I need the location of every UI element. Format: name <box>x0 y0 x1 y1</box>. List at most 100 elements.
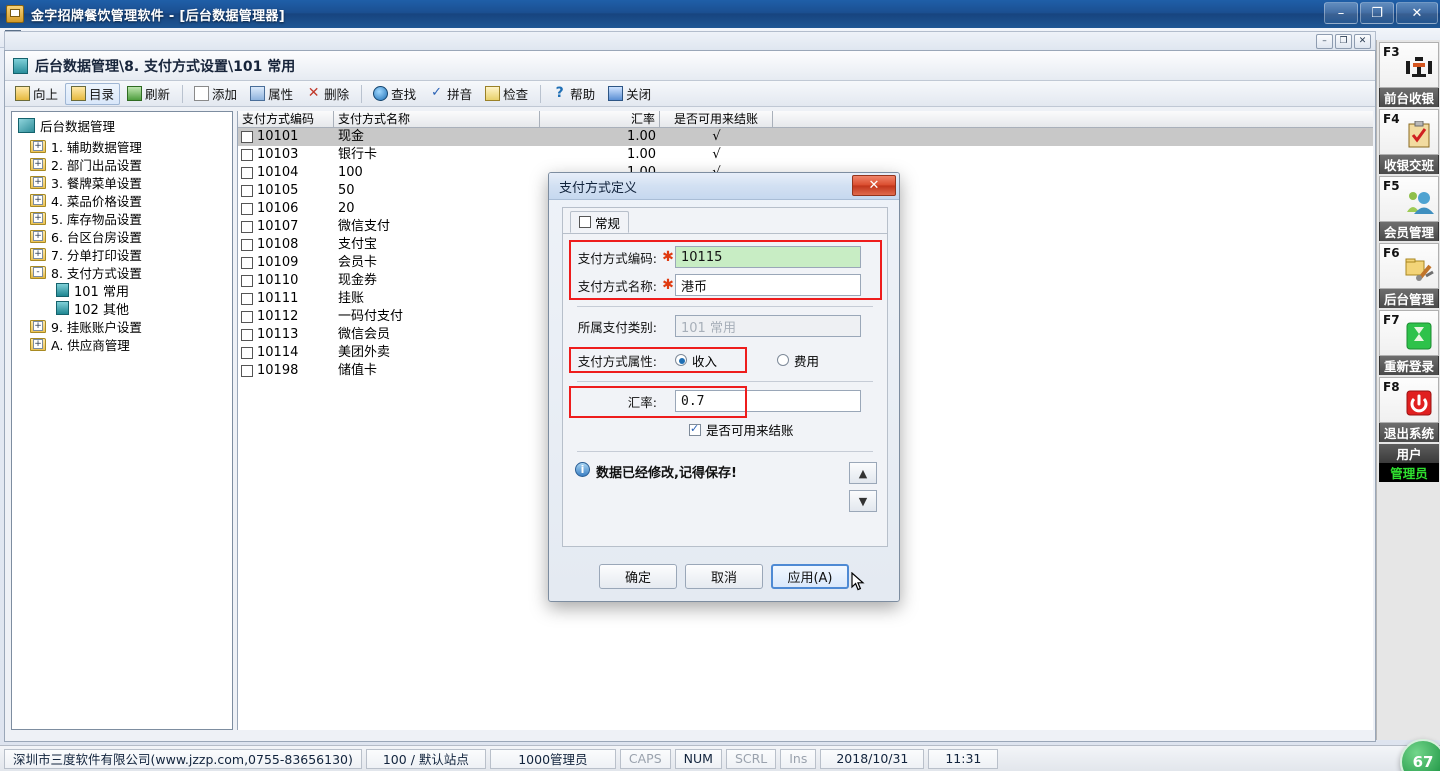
spin-up-button[interactable]: ▲ <box>849 462 877 484</box>
info-icon: i <box>575 462 590 477</box>
tree-node-102-other[interactable]: 102 其他 <box>12 299 232 318</box>
toolbar-button-add[interactable]: 添加 <box>188 83 243 105</box>
cell-name: 会员卡 <box>338 255 378 270</box>
main-title-bar: 金字招牌餐饮管理软件 - [后台数据管理器] – ❐ ✕ <box>0 0 1440 28</box>
expander-icon[interactable]: + <box>33 195 43 205</box>
breadcrumb: 后台数据管理\8. 支付方式设置\101 常用 <box>5 51 1375 81</box>
expander-icon[interactable]: + <box>33 141 43 151</box>
status-scrl: SCRL <box>725 748 777 769</box>
grid-icon <box>579 216 591 228</box>
cell-rate: 1.00 <box>627 147 656 162</box>
toolbar-button-help[interactable]: ? 帮助 <box>546 83 601 105</box>
input-rate[interactable]: 0.7 <box>675 390 861 412</box>
radio-income[interactable]: 收入 <box>675 351 761 370</box>
expander-icon[interactable]: + <box>33 231 43 241</box>
toolbar-button-delete[interactable]: ✕ 删除 <box>300 83 355 105</box>
sidebar-button-f7[interactable]: F7 <box>1379 310 1439 356</box>
tree-node-2[interactable]: + 2. 部门出品设置 <box>12 155 232 173</box>
tree-node-5[interactable]: + 5. 库存物品设置 <box>12 209 232 227</box>
column-header-rate[interactable]: 汇率 <box>540 111 660 127</box>
maximize-button[interactable]: ❐ <box>1360 2 1394 24</box>
tree-node-a[interactable]: + A. 供应商管理 <box>12 335 232 353</box>
field-row-category: 所属支付类别: 101 常用 <box>563 313 887 339</box>
radio-expense[interactable]: 费用 <box>777 351 819 370</box>
tree-node-label: 3. 餐牌菜单设置 <box>51 175 142 191</box>
column-header-code[interactable]: 支付方式编码 <box>238 111 334 127</box>
toolbar-button-properties[interactable]: 属性 <box>244 83 299 105</box>
divider <box>577 381 873 382</box>
cell-code: 10114 <box>238 344 334 362</box>
cell-rate: 1.00 <box>627 129 656 144</box>
cell-name: 储值卡 <box>338 363 378 378</box>
cancel-button[interactable]: 取消 <box>685 564 763 589</box>
tree-node-8-payment-methods[interactable]: - 8. 支付方式设置 <box>12 263 232 281</box>
tree-node-7[interactable]: + 7. 分单打印设置 <box>12 245 232 263</box>
expander-icon[interactable]: + <box>33 339 43 349</box>
mdi-caption-strip: – ❐ ✕ <box>4 31 1376 50</box>
window-controls: – ❐ ✕ <box>1324 2 1438 24</box>
toolbar-button-directory[interactable]: 目录 <box>65 82 121 105</box>
tree-node-4[interactable]: + 4. 菜品价格设置 <box>12 191 232 209</box>
toolbar-button-pinyin[interactable]: ✓ 拼音 <box>423 83 478 105</box>
column-header-settle[interactable]: 是否可用来结账 <box>660 111 773 127</box>
tree-node-label: 6. 台区台房设置 <box>51 229 142 245</box>
status-operator: 1000管理员 <box>489 748 616 769</box>
cell-code-text: 10108 <box>257 237 299 252</box>
sidebar-button-f8[interactable]: F8 <box>1379 377 1439 423</box>
cell-name: 银行卡 <box>338 147 378 162</box>
expander-icon[interactable]: + <box>33 321 43 331</box>
expander-icon[interactable]: + <box>33 249 43 259</box>
input-code[interactable]: 10115 <box>675 246 861 268</box>
toolbar-button-check[interactable]: 检查 <box>479 83 534 105</box>
table-row[interactable]: 10103 银行卡 1.00 √ <box>238 146 1373 164</box>
sidebar-user-label: 用户 <box>1379 444 1439 463</box>
collapse-icon[interactable]: - <box>33 267 43 277</box>
input-category[interactable]: 101 常用 <box>675 315 861 337</box>
toolbar-label-directory: 目录 <box>89 87 115 102</box>
navigation-tree[interactable]: 后台数据管理 + 1. 辅助数据管理 + 2. 部门出品设置 + 3. 餐牌菜单… <box>11 111 233 730</box>
toolbar-button-close[interactable]: 关闭 <box>602 83 657 105</box>
mdi-minimize-button[interactable]: – <box>1316 34 1333 49</box>
tab-general[interactable]: 常规 <box>570 211 630 233</box>
tree-node-101-common[interactable]: 101 常用 <box>12 281 232 300</box>
checkbox-settle[interactable]: 是否可用来结账 <box>563 420 887 439</box>
record-icon <box>241 311 253 323</box>
toolbar-label-pinyin: 拼音 <box>447 87 473 102</box>
expander-icon[interactable]: + <box>33 159 43 169</box>
dialog-close-button[interactable]: ✕ <box>852 175 896 196</box>
record-icon <box>241 131 253 143</box>
spin-down-button[interactable]: ▼ <box>849 490 877 512</box>
tree-node-1[interactable]: + 1. 辅助数据管理 <box>12 137 232 155</box>
ok-button[interactable]: 确定 <box>599 564 677 589</box>
tree-node-6[interactable]: + 6. 台区台房设置 <box>12 227 232 245</box>
people-icon <box>1403 186 1435 218</box>
mdi-close-button[interactable]: ✕ <box>1354 34 1371 49</box>
tree-node-9[interactable]: + 9. 挂账账户设置 <box>12 317 232 335</box>
sidebar-button-f5[interactable]: F5 <box>1379 176 1439 222</box>
status-station: 100 / 默认站点 <box>365 748 486 769</box>
column-header-name[interactable]: 支付方式名称 <box>334 111 540 127</box>
notification-badge[interactable]: 67 <box>1400 739 1440 771</box>
expander-icon[interactable]: + <box>33 213 43 223</box>
status-ins: Ins <box>780 748 817 769</box>
sidebar-button-f4[interactable]: F4 <box>1379 109 1439 155</box>
toolbar-button-up[interactable]: 向上 <box>9 83 64 105</box>
minimize-button[interactable]: – <box>1324 2 1358 24</box>
record-icon <box>241 239 253 251</box>
toolbar-button-refresh[interactable]: 刷新 <box>121 83 176 105</box>
sidebar-button-f3[interactable]: F3 <box>1379 42 1439 88</box>
tree-node-3[interactable]: + 3. 餐牌菜单设置 <box>12 173 232 191</box>
book-icon <box>13 57 28 74</box>
mdi-restore-button[interactable]: ❐ <box>1335 34 1352 49</box>
tree-root-node[interactable]: 后台数据管理 <box>12 112 232 137</box>
apply-button[interactable]: 应用(A) <box>771 564 849 589</box>
close-button[interactable]: ✕ <box>1396 2 1438 24</box>
sidebar-button-f6[interactable]: F6 <box>1379 243 1439 289</box>
toolbar-separator <box>182 84 184 103</box>
input-name[interactable]: 港币 <box>675 274 861 296</box>
book-icon <box>56 283 69 297</box>
record-icon <box>241 293 253 305</box>
toolbar-button-search[interactable]: 查找 <box>367 83 422 105</box>
expander-icon[interactable]: + <box>33 177 43 187</box>
table-row[interactable]: 10101 现金 1.00 √ <box>238 128 1373 146</box>
